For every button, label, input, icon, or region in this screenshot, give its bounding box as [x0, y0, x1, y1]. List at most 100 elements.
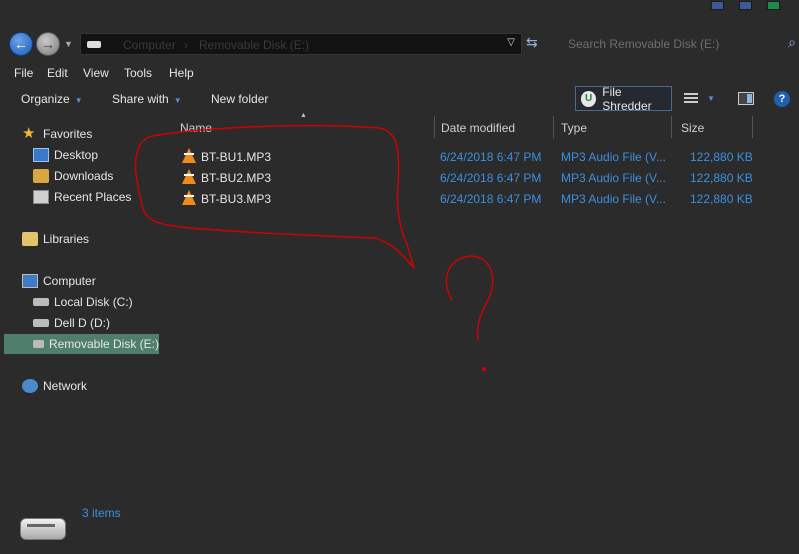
- nav-network-label: Network: [43, 379, 88, 393]
- file-shredder-button[interactable]: U File Shredder: [575, 84, 672, 113]
- nav-libraries[interactable]: Libraries: [22, 229, 89, 249]
- nav-computer-label: Computer: [43, 274, 96, 288]
- menu-file[interactable]: File: [14, 66, 33, 80]
- removable-disk-icon: [33, 340, 44, 348]
- menu-view[interactable]: View: [83, 66, 109, 80]
- recent-pages-dropdown[interactable]: ▼: [64, 39, 73, 49]
- maximize-button[interactable]: [739, 1, 752, 10]
- item-count: 3 items: [82, 506, 121, 520]
- downloads-folder-icon: [33, 169, 49, 183]
- file-date: 6/24/2018 6:47 PM: [440, 171, 542, 185]
- breadcrumb-separator[interactable]: ›: [184, 38, 188, 52]
- column-divider[interactable]: [434, 116, 435, 138]
- dell-d-drive-icon: [33, 319, 49, 327]
- file-type: MP3 Audio File (V...: [561, 192, 666, 206]
- file-row[interactable]: BT-BU3.MP3 6/24/2018 6:47 PM MP3 Audio F…: [180, 189, 780, 209]
- file-type: MP3 Audio File (V...: [561, 150, 666, 164]
- nav-downloads-label: Downloads: [54, 169, 114, 183]
- column-header-type[interactable]: Type: [561, 114, 671, 140]
- column-header-size[interactable]: Size: [681, 114, 751, 140]
- share-with-button[interactable]: Share with ▼: [112, 92, 182, 106]
- minimize-button[interactable]: [711, 1, 724, 10]
- file-shredder-label: File Shredder: [602, 84, 652, 113]
- share-with-dropdown-icon: ▼: [173, 96, 182, 105]
- breadcrumb-computer[interactable]: Computer: [123, 38, 176, 52]
- file-name: BT-BU3.MP3: [201, 192, 272, 206]
- search-box[interactable]: Search Removable Disk (E:) ⌕: [560, 33, 799, 55]
- back-button[interactable]: ←: [9, 32, 33, 56]
- network-icon: [22, 379, 38, 393]
- column-header-name[interactable]: Name: [180, 114, 435, 140]
- help-icon[interactable]: ?: [774, 91, 790, 107]
- annotation-question-mark: [445, 255, 494, 341]
- file-date: 6/24/2018 6:47 PM: [440, 192, 542, 206]
- nav-downloads[interactable]: Downloads: [33, 166, 113, 186]
- command-bar: Organize ▼ Share with ▼ New folder: [0, 86, 799, 114]
- organize-button[interactable]: Organize ▼: [21, 92, 83, 106]
- search-icon[interactable]: ⌕: [788, 34, 796, 51]
- annotation-question-dot: [482, 367, 486, 371]
- file-size: 122,880 KB: [690, 171, 753, 185]
- refresh-icon[interactable]: ⇆: [526, 34, 538, 51]
- nav-computer[interactable]: Computer: [22, 271, 96, 291]
- menu-edit[interactable]: Edit: [47, 66, 68, 80]
- address-history-chevron-icon[interactable]: ▽: [507, 37, 515, 48]
- column-name-label: Name: [180, 121, 213, 135]
- forward-button[interactable]: →: [36, 32, 60, 56]
- nav-removable-disk[interactable]: Removable Disk (E:): [4, 334, 159, 354]
- libraries-icon: [22, 232, 38, 246]
- file-name: BT-BU2.MP3: [201, 171, 272, 185]
- vlc-cone-icon: [182, 190, 196, 205]
- file-row[interactable]: BT-BU1.MP3 6/24/2018 6:47 PM MP3 Audio F…: [180, 147, 780, 167]
- nav-favorites[interactable]: ★ Favorites: [22, 124, 92, 144]
- nav-local-disk-label: Local Disk (C:): [54, 295, 133, 309]
- menu-tools[interactable]: Tools: [124, 66, 152, 80]
- column-header-date[interactable]: Date modified: [441, 114, 553, 140]
- menu-bar: File Edit View Tools Help: [0, 62, 799, 84]
- forward-arrow-icon: →: [41, 36, 55, 52]
- column-divider[interactable]: [553, 116, 554, 138]
- column-divider[interactable]: [671, 116, 672, 138]
- file-row[interactable]: BT-BU2.MP3 6/24/2018 6:47 PM MP3 Audio F…: [180, 168, 780, 188]
- address-bar[interactable]: Computer › Removable Disk (E:) ▽: [80, 33, 522, 55]
- organize-label: Organize: [21, 92, 70, 106]
- vlc-cone-icon: [182, 148, 196, 163]
- nav-favorites-label: Favorites: [43, 127, 93, 141]
- nav-local-disk[interactable]: Local Disk (C:): [33, 292, 133, 312]
- recent-places-icon: [33, 190, 49, 204]
- desktop-icon: [33, 148, 49, 162]
- drive-icon: [87, 41, 101, 48]
- nav-libraries-label: Libraries: [43, 232, 90, 246]
- column-divider[interactable]: [752, 116, 753, 138]
- search-placeholder[interactable]: Search Removable Disk (E:): [568, 37, 719, 51]
- preview-pane-icon[interactable]: [738, 92, 754, 105]
- file-type: MP3 Audio File (V...: [561, 171, 666, 185]
- close-button[interactable]: [767, 1, 780, 10]
- share-with-label: Share with: [112, 92, 169, 106]
- nav-network[interactable]: Network: [22, 376, 87, 396]
- star-icon: ★: [22, 125, 36, 142]
- column-type-label: Type: [561, 121, 588, 135]
- nav-dell-d-label: Dell D (D:): [54, 316, 110, 330]
- organize-dropdown-icon: ▼: [74, 96, 83, 105]
- local-disk-icon: [33, 298, 49, 306]
- nav-desktop[interactable]: Desktop: [33, 145, 98, 165]
- menu-help[interactable]: Help: [169, 66, 194, 80]
- nav-dell-d[interactable]: Dell D (D:): [33, 313, 110, 333]
- vlc-cone-icon: [182, 169, 196, 184]
- nav-removable-disk-label: Removable Disk (E:): [48, 337, 159, 351]
- file-size: 122,880 KB: [690, 150, 753, 164]
- title-bar: [0, 0, 799, 30]
- column-size-label: Size: [681, 121, 705, 135]
- view-options-dropdown-icon[interactable]: ▼: [707, 94, 715, 103]
- nav-recent-places[interactable]: Recent Places: [33, 187, 131, 207]
- removable-drive-large-icon: [20, 518, 66, 540]
- breadcrumb-removable-disk[interactable]: Removable Disk (E:): [199, 38, 309, 52]
- file-date: 6/24/2018 6:47 PM: [440, 150, 542, 164]
- file-name: BT-BU1.MP3: [201, 150, 272, 164]
- file-shredder-icon: U: [581, 90, 597, 107]
- new-folder-button[interactable]: New folder: [211, 92, 268, 106]
- computer-icon: [22, 274, 38, 288]
- column-date-label: Date modified: [441, 121, 516, 135]
- change-view-icon[interactable]: [684, 93, 698, 103]
